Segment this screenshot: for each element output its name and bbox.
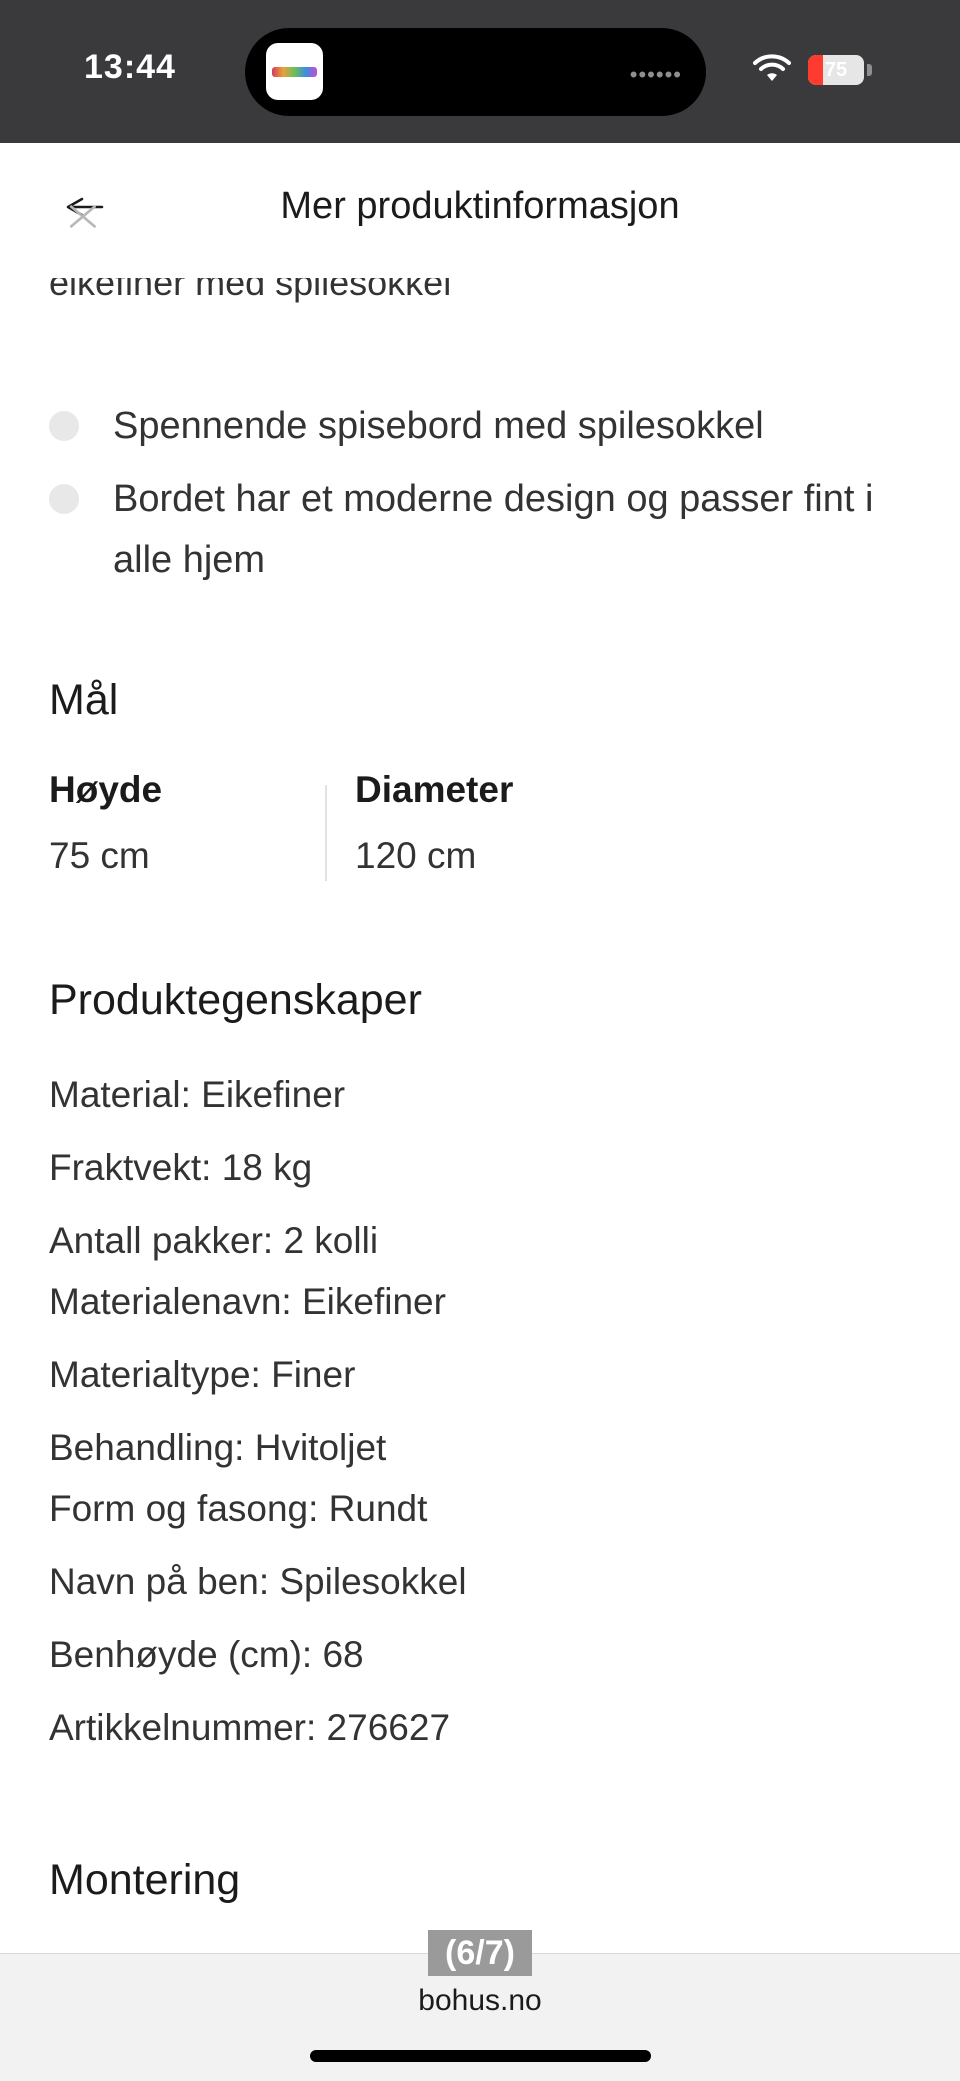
- measure-label: Høyde: [49, 769, 163, 810]
- battery-level: 75: [824, 59, 848, 81]
- feature-list: Spennende spisebord med spilesokkel Bord…: [49, 396, 919, 603]
- measure-height: Høyde 75 cm: [49, 765, 162, 881]
- measure-divider: [325, 785, 327, 881]
- properties-title: Produktegenskaper: [49, 976, 422, 1024]
- feature-text: Bordet har et moderne design og passer f…: [113, 478, 874, 581]
- app-icon: [266, 43, 323, 100]
- home-indicator[interactable]: [310, 2050, 651, 2062]
- measure-value: 120 cm: [355, 835, 477, 876]
- battery-nub: [867, 64, 872, 76]
- property-item: Benhøyde (cm): 68: [49, 1634, 364, 1675]
- modal-header: Mer produktinformasjon: [0, 143, 960, 278]
- header-title: Mer produktinformasjon: [280, 185, 680, 227]
- property-item: Behandling: Hvitoljet: [49, 1427, 387, 1468]
- measure-diameter: Diameter 120 cm: [355, 765, 513, 881]
- dimensions-title: Mål: [49, 676, 119, 724]
- property-item: Fraktvekt: 18 kg: [49, 1147, 313, 1188]
- assembly-title: Montering: [49, 1856, 241, 1904]
- status-time: 13:44: [84, 48, 176, 86]
- measure-value: 75 cm: [49, 835, 150, 876]
- property-item: Materialtype: Finer: [49, 1354, 356, 1395]
- feature-item: Bordet har et moderne design og passer f…: [49, 469, 919, 591]
- property-item: Materialenavn: Eikefiner: [49, 1281, 446, 1322]
- more-dots-icon: ••••••: [629, 62, 682, 87]
- property-item: Form og fasong: Rundt: [49, 1488, 428, 1529]
- feature-item: Spennende spisebord med spilesokkel: [49, 396, 919, 457]
- measure-label: Diameter: [355, 769, 514, 810]
- bullet-dot: [49, 484, 79, 514]
- property-item: Artikkelnummer: 276627: [49, 1707, 451, 1748]
- battery-icon: 75: [808, 55, 864, 85]
- property-item: Material: Eikefiner: [49, 1074, 346, 1115]
- property-item: Navn på ben: Spilesokkel: [49, 1561, 467, 1602]
- browser-domain[interactable]: bohus.no: [0, 1984, 960, 2018]
- feature-text: Spennende spisebord med spilesokkel: [113, 405, 764, 447]
- page-counter: (6/7): [428, 1930, 532, 1976]
- dynamic-island[interactable]: ••••••: [245, 28, 706, 116]
- property-item: Antall pakker: 2 kolli: [49, 1220, 379, 1261]
- status-bar: 13:44 •••••• 75: [0, 0, 960, 143]
- dimensions: Høyde 75 cm Diameter 120 cm: [49, 765, 849, 885]
- bullet-dot: [49, 411, 79, 441]
- wifi-icon: [753, 54, 791, 81]
- browser-bottom-bar: (6/7) bohus.no: [0, 1930, 960, 2081]
- screen: 13:44 •••••• 75 eikefiner med spilesokke…: [0, 0, 960, 2081]
